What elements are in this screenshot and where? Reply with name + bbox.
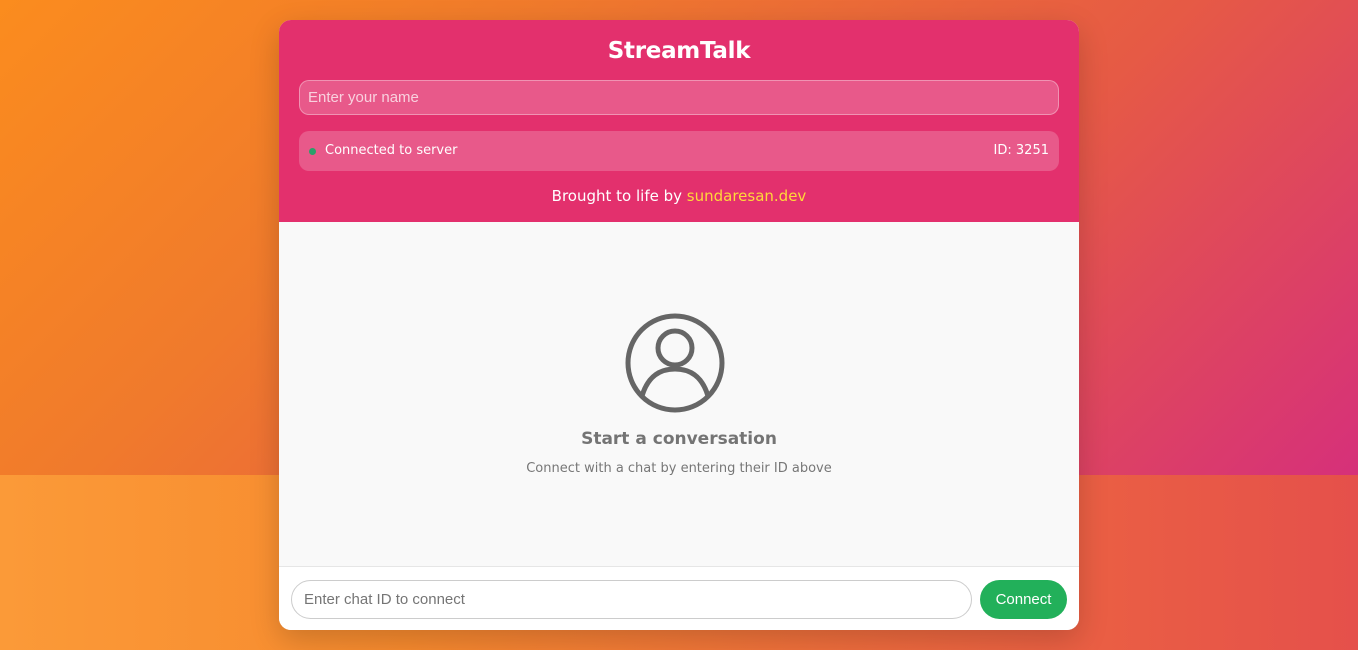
chat-id-input[interactable]	[291, 580, 972, 619]
credit-line: Brought to life by sundaresan.dev	[279, 187, 1079, 205]
user-avatar-icon	[625, 313, 725, 413]
empty-state: Start a conversation Connect with a chat…	[279, 222, 1079, 566]
user-id-label: ID: 3251	[993, 143, 1049, 158]
name-input[interactable]	[299, 80, 1059, 115]
empty-state-subtitle: Connect with a chat by entering their ID…	[526, 461, 832, 476]
credit-link[interactable]: sundaresan.dev	[687, 187, 807, 205]
connection-status-bar: Connected to server ID: 3251	[299, 131, 1059, 171]
chat-card: StreamTalk Connected to server ID: 3251 …	[279, 20, 1079, 630]
status-indicator-dot	[309, 148, 316, 155]
connection-status-text: Connected to server	[325, 143, 458, 158]
empty-state-title: Start a conversation	[581, 429, 777, 449]
connect-button[interactable]: Connect	[980, 580, 1067, 619]
credit-prefix: Brought to life by	[551, 187, 682, 205]
connect-footer: Connect	[279, 566, 1079, 630]
chat-header: StreamTalk Connected to server ID: 3251 …	[279, 20, 1079, 222]
app-title: StreamTalk	[607, 38, 751, 64]
